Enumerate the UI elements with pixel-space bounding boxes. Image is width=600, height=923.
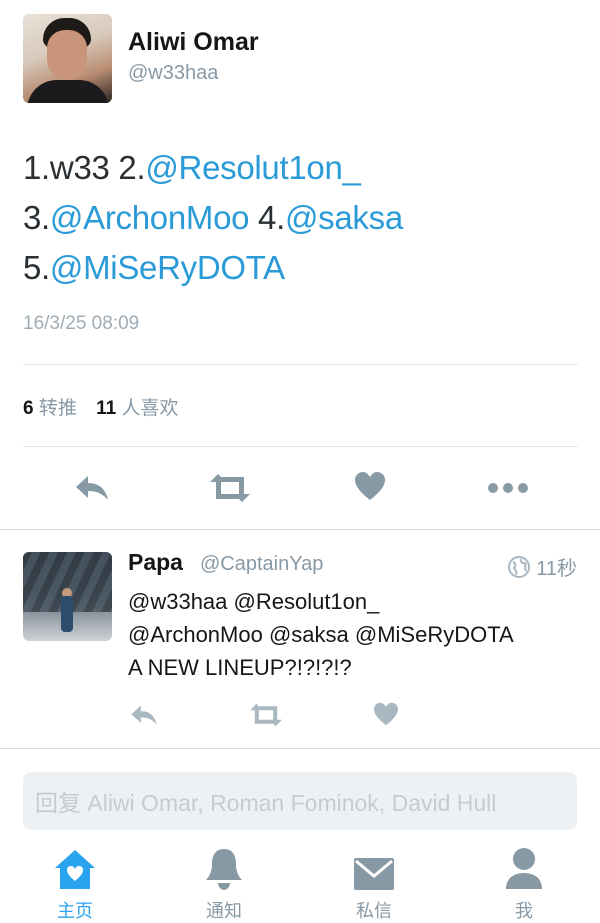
tab-notifications[interactable]: 通知 (164, 846, 284, 923)
tab-me-label: 我 (515, 901, 533, 921)
reply-text-line: A NEW LINEUP?!?!?!? (128, 655, 352, 680)
reply-text-line: @ArchonMoo @saksa @MiSeRyDOTA (128, 622, 514, 647)
reply-icon (131, 705, 157, 725)
avatar-figure (61, 596, 73, 632)
reply-reply-button[interactable] (121, 692, 167, 738)
tab-notifications-label: 通知 (206, 901, 242, 921)
tweet-text-plain: 4. (249, 199, 285, 236)
tweet-text-line: 1.w33 2.@Resolut1on_ (23, 143, 583, 193)
section-divider (0, 529, 600, 530)
heart-icon (374, 702, 398, 726)
divider (23, 446, 578, 447)
reply-text-line: @w33haa @Resolut1on_ (128, 589, 380, 614)
reply-handle[interactable]: @CaptainYap (200, 553, 323, 576)
avatar-shirt (27, 80, 109, 103)
tweet-stats: 6 转推 11 人喜欢 (23, 393, 179, 420)
retweet-button[interactable] (207, 465, 253, 511)
more-button[interactable] (485, 465, 531, 511)
section-divider (0, 748, 600, 749)
mention-link[interactable]: @saksa (285, 199, 403, 236)
tweet-header: Aliwi Omar @w33haa (23, 14, 583, 104)
reply-display-name[interactable]: Papa (128, 549, 183, 576)
bell-icon (206, 849, 242, 890)
tab-messages-label: 私信 (356, 901, 392, 921)
heart-icon (355, 472, 385, 500)
likes-count[interactable]: 11 (96, 398, 116, 419)
retweets-label[interactable]: 转推 (39, 398, 77, 419)
like-button[interactable] (347, 463, 393, 509)
reply-author-avatar[interactable] (23, 552, 112, 641)
tweet-action-bar (0, 463, 600, 513)
reply-button[interactable] (69, 465, 115, 511)
reply-like-button[interactable] (363, 691, 409, 737)
reply-text: @w33haa @Resolut1on_ @ArchonMoo @saksa @… (128, 585, 588, 684)
envelope-icon (354, 858, 394, 890)
likes-label[interactable]: 人喜欢 (122, 398, 179, 419)
tweet-text: 1.w33 2.@Resolut1on_ 3.@ArchonMoo 4.@sak… (23, 143, 583, 293)
tweet-text-plain: 3. (23, 199, 50, 236)
tweet-text-plain: 5. (23, 249, 50, 286)
globe-icon (508, 555, 531, 578)
reply-retweet-button[interactable] (243, 692, 289, 738)
tab-home[interactable]: 主页 (15, 846, 135, 923)
reply-compose-input[interactable]: 回复 Aliwi Omar, Roman Fominok, David Hull (23, 772, 577, 830)
author-avatar[interactable] (23, 14, 112, 103)
more-icon (488, 483, 528, 493)
author-handle[interactable]: @w33haa (128, 62, 218, 85)
home-icon (55, 850, 95, 889)
tab-me[interactable]: 我 (464, 846, 584, 923)
retweet-icon (210, 474, 250, 502)
mention-link[interactable]: @MiSeRyDOTA (50, 249, 285, 286)
avatar-face (47, 30, 87, 80)
mention-link[interactable]: @ArchonMoo (50, 199, 250, 236)
reply-action-bar (0, 698, 600, 734)
tweet-text-line: 5.@MiSeRyDOTA (23, 243, 583, 293)
reply-time: 11秒 (536, 558, 577, 580)
reply-icon (76, 476, 108, 500)
reply-meta: 11秒 (508, 552, 577, 581)
person-icon (506, 848, 542, 889)
retweets-count[interactable]: 6 (23, 398, 34, 419)
mention-link[interactable]: @Resolut1on_ (145, 149, 361, 186)
bottom-tab-bar: 主页 通知 私信 我 (0, 846, 600, 923)
retweet-icon (250, 703, 282, 727)
tab-messages[interactable]: 私信 (314, 846, 434, 923)
tweet-timestamp: 16/3/25 08:09 (23, 313, 140, 334)
divider (23, 364, 578, 365)
tab-home-label: 主页 (57, 901, 93, 921)
tweet-text-line: 3.@ArchonMoo 4.@saksa (23, 193, 583, 243)
tweet-text-plain: 1.w33 2. (23, 149, 146, 186)
author-display-name[interactable]: Aliwi Omar (128, 28, 259, 57)
